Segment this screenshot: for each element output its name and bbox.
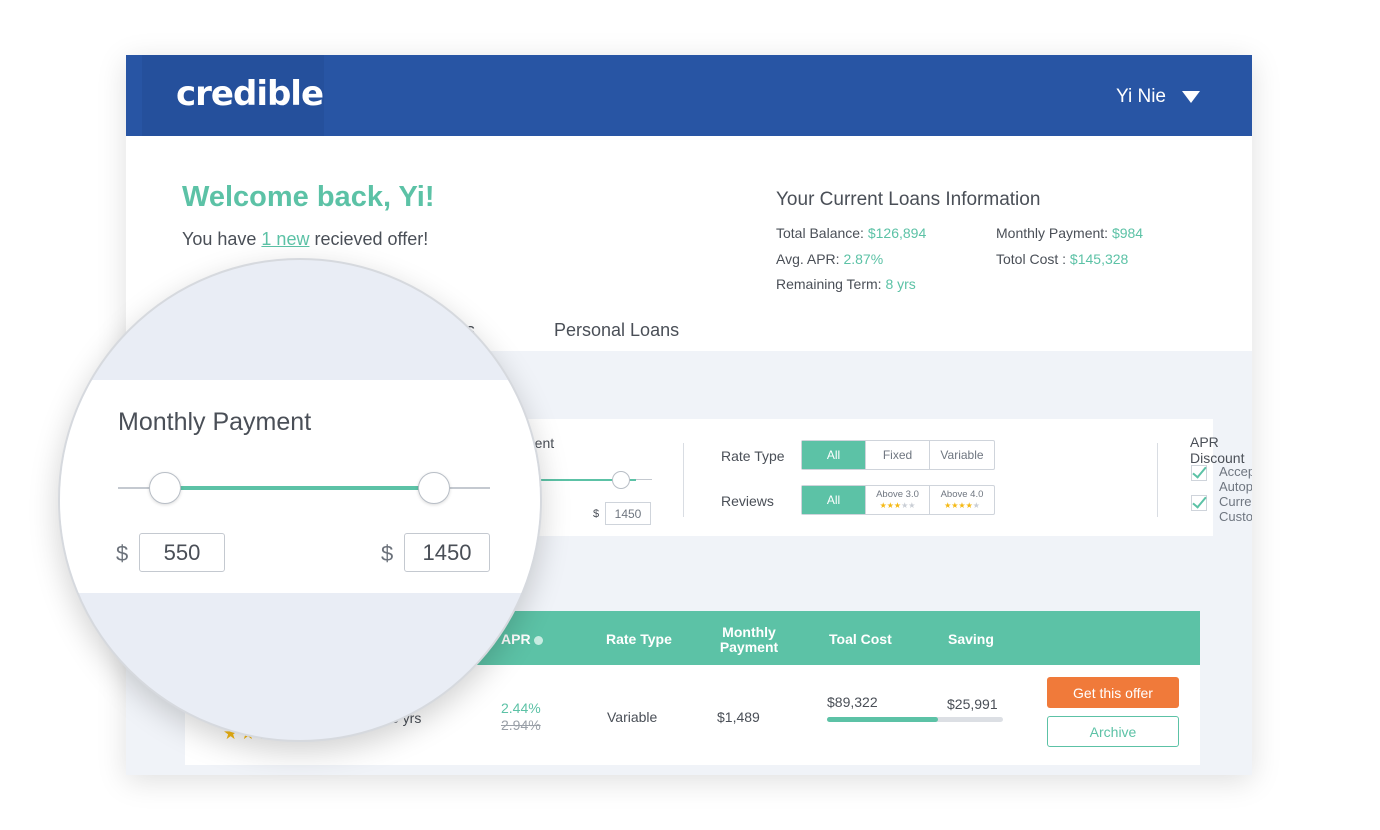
- filter-divider: [683, 443, 684, 517]
- monthly-value: $1,489: [717, 709, 760, 725]
- total-balance-label: Total Balance:: [776, 225, 864, 241]
- get-offer-button[interactable]: Get this offer: [1047, 677, 1179, 708]
- apr-header[interactable]: APR: [501, 631, 544, 647]
- filter-divider: [1157, 443, 1158, 517]
- avg-apr: Avg. APR: 2.87%: [776, 251, 883, 267]
- total-balance-value: $126,894: [867, 225, 927, 241]
- max-dollar-sign: $: [381, 541, 394, 566]
- apr-header-label: APR: [501, 631, 531, 647]
- above-4-label: Above 4.0: [940, 489, 984, 500]
- remaining-term-value: 8 yrs: [885, 276, 916, 292]
- slider-track: [636, 479, 652, 480]
- tab-personal-loans[interactable]: Personal Loans: [554, 320, 679, 341]
- rate-type-toggle: All Fixed Variable: [801, 440, 995, 470]
- accept-autopay-label: Accept Autopay: [1219, 464, 1252, 494]
- above-3-label: Above 3.0: [876, 489, 919, 500]
- avg-apr-value: 2.87%: [843, 251, 884, 267]
- top-navigation-bar: credible Yi Nie: [126, 55, 1252, 136]
- monthly-payment-label: Monthly Payment:: [996, 225, 1109, 241]
- remaining-term: Remaining Term: 8 yrs: [776, 276, 916, 292]
- reviews-toggle: All Above 3.0 ★★★★★ Above 4.0 ★★★★★: [801, 485, 995, 515]
- saving-header[interactable]: Saving: [948, 632, 994, 647]
- archive-button[interactable]: Archive: [1047, 716, 1179, 747]
- four-star-icon: ★★★★★: [944, 501, 980, 510]
- three-star-icon: ★★★★★: [879, 501, 916, 510]
- saving-value: $25,991: [947, 696, 998, 712]
- max-payment-input[interactable]: 1450: [605, 502, 651, 525]
- rate-type-value: Variable: [607, 709, 658, 725]
- rate-type-header[interactable]: Rate Type: [606, 632, 672, 647]
- reviews-label: Reviews: [721, 493, 774, 509]
- user-menu[interactable]: Yi Nie: [1116, 86, 1200, 108]
- credible-logo: credible: [176, 74, 324, 114]
- min-dollar-sign: $: [116, 541, 129, 566]
- accept-autopay-checkbox[interactable]: [1191, 465, 1207, 481]
- rate-fixed-option[interactable]: Fixed: [866, 441, 930, 469]
- offer-message: You have 1 new recieved offer!: [182, 229, 428, 250]
- payment-slider-range: [164, 486, 434, 490]
- apr-discount-label: APR Discount: [1190, 434, 1245, 466]
- rate-variable-option[interactable]: Variable: [930, 441, 994, 469]
- reviews-above-4-option[interactable]: Above 4.0 ★★★★★: [930, 486, 994, 514]
- slider-max-handle[interactable]: [418, 472, 450, 504]
- current-loans-title: Your Current Loans Information: [776, 189, 1041, 210]
- max-dollar-sign: $: [593, 508, 600, 520]
- cost-progress-fill: [827, 717, 938, 722]
- avg-apr-label: Avg. APR:: [776, 251, 840, 267]
- user-name: Yi Nie: [1116, 86, 1166, 107]
- current-customer-label: Current Customer: [1219, 494, 1252, 524]
- welcome-title: Welcome back, Yi!: [182, 181, 435, 213]
- monthly-payment-title: Monthly Payment: [118, 408, 312, 436]
- reviews-all-option[interactable]: All: [802, 486, 866, 514]
- total-balance: Total Balance: $126,894: [776, 225, 926, 241]
- cost-progress-bar: [827, 717, 1003, 722]
- filter-panel: ment $ 1450 Rate Type All Fixed Variable…: [511, 419, 1252, 536]
- min-payment-input[interactable]: 550: [139, 533, 225, 572]
- total-cost-value: $145,328: [1069, 251, 1129, 267]
- apr-new: 2.44%: [501, 700, 541, 716]
- max-payment-input[interactable]: 1450: [404, 533, 490, 572]
- total-cost-label: Totol Cost :: [996, 251, 1067, 267]
- offer-suffix: recieved offer!: [309, 229, 429, 249]
- new-offer-link[interactable]: 1 new: [261, 229, 309, 249]
- reviews-above-3-option[interactable]: Above 3.0 ★★★★★: [866, 486, 930, 514]
- monthly-payment-value: $984: [1111, 225, 1144, 241]
- current-customer-checkbox[interactable]: [1191, 495, 1207, 511]
- apr-old: 2.94%: [501, 717, 541, 733]
- slider-min-handle[interactable]: [149, 472, 181, 504]
- slider-max-handle[interactable]: [612, 471, 630, 489]
- caret-down-icon: [1182, 91, 1200, 103]
- magnifier-zoom: Monthly Payment $ 550 $ 1450: [58, 258, 542, 742]
- total-cost-header[interactable]: Toal Cost: [829, 632, 892, 647]
- logo-container[interactable]: credible: [142, 55, 324, 136]
- rate-type-label: Rate Type: [721, 448, 785, 464]
- info-icon: [534, 635, 544, 645]
- offer-prefix: You have: [182, 229, 262, 249]
- monthly-payment: Monthly Payment: $984: [996, 225, 1143, 241]
- total-cost-value: $89,322: [827, 694, 878, 710]
- remaining-term-label: Remaining Term:: [776, 276, 882, 292]
- monthly-payment-header[interactable]: Monthly Payment: [711, 625, 787, 655]
- total-cost: Totol Cost : $145,328: [996, 251, 1128, 267]
- rate-all-option[interactable]: All: [802, 441, 866, 469]
